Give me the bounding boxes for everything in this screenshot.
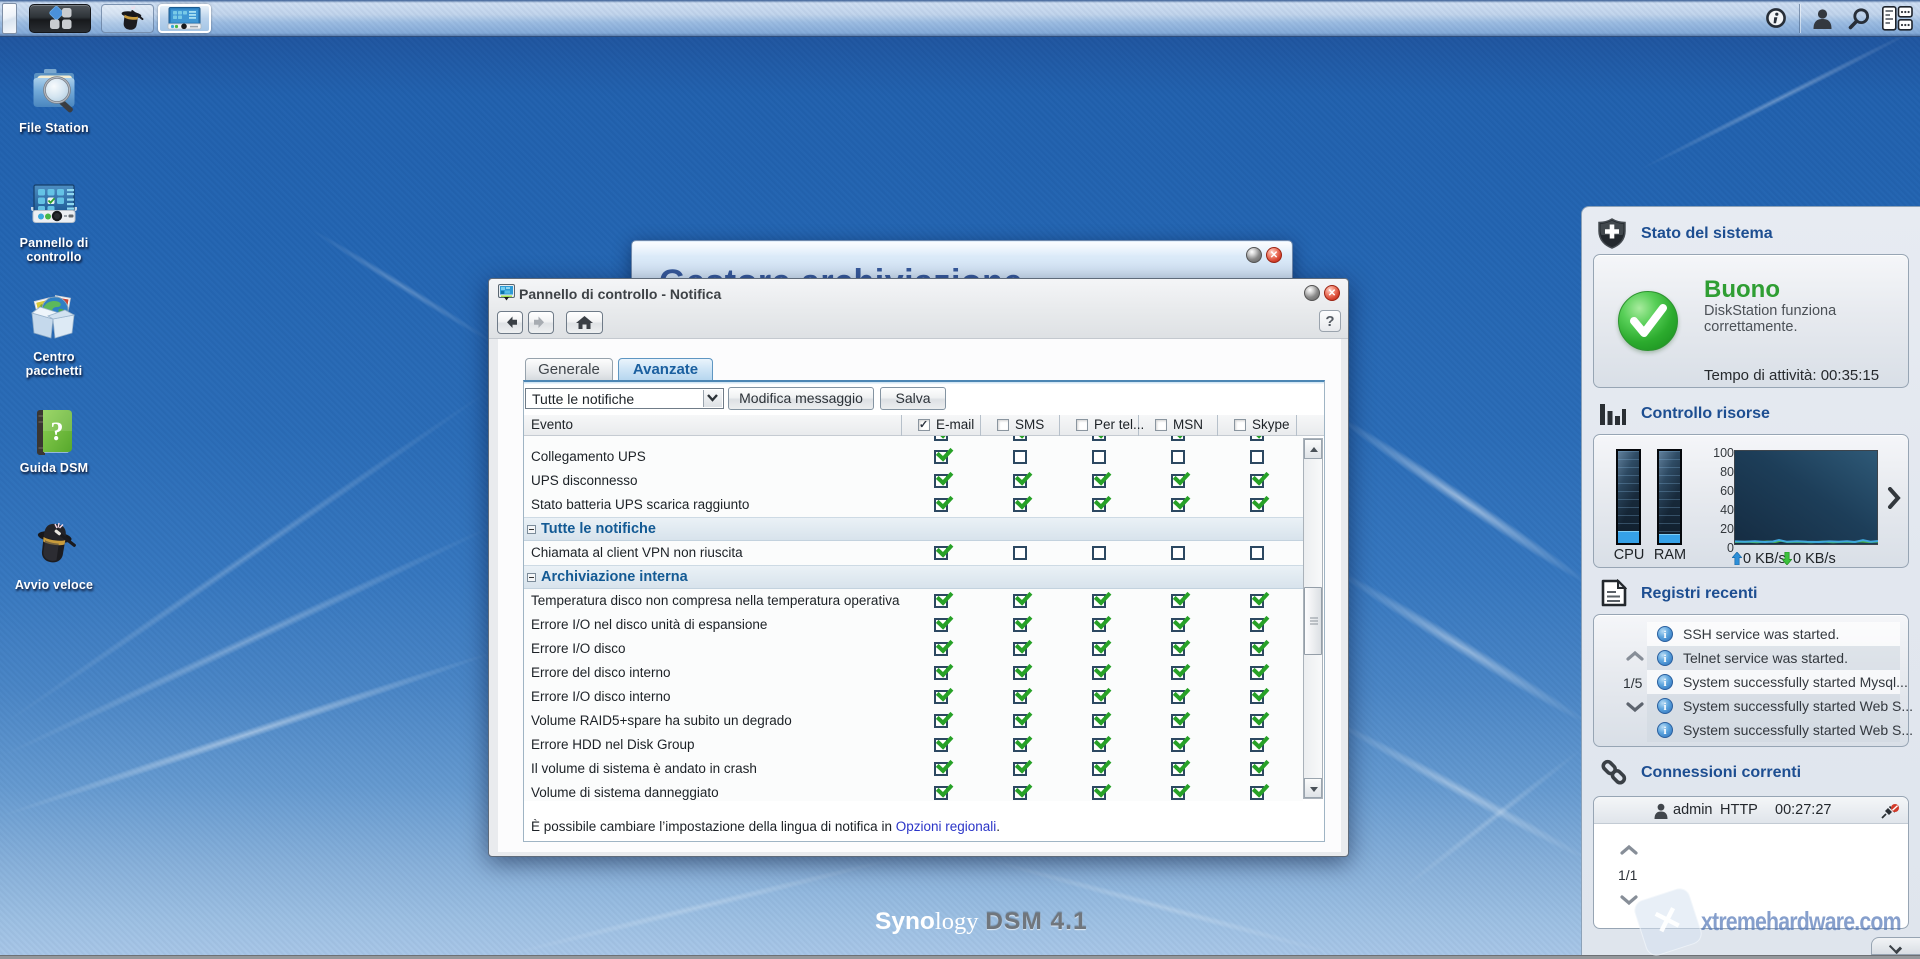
svg-text:?: ?: [51, 417, 64, 446]
